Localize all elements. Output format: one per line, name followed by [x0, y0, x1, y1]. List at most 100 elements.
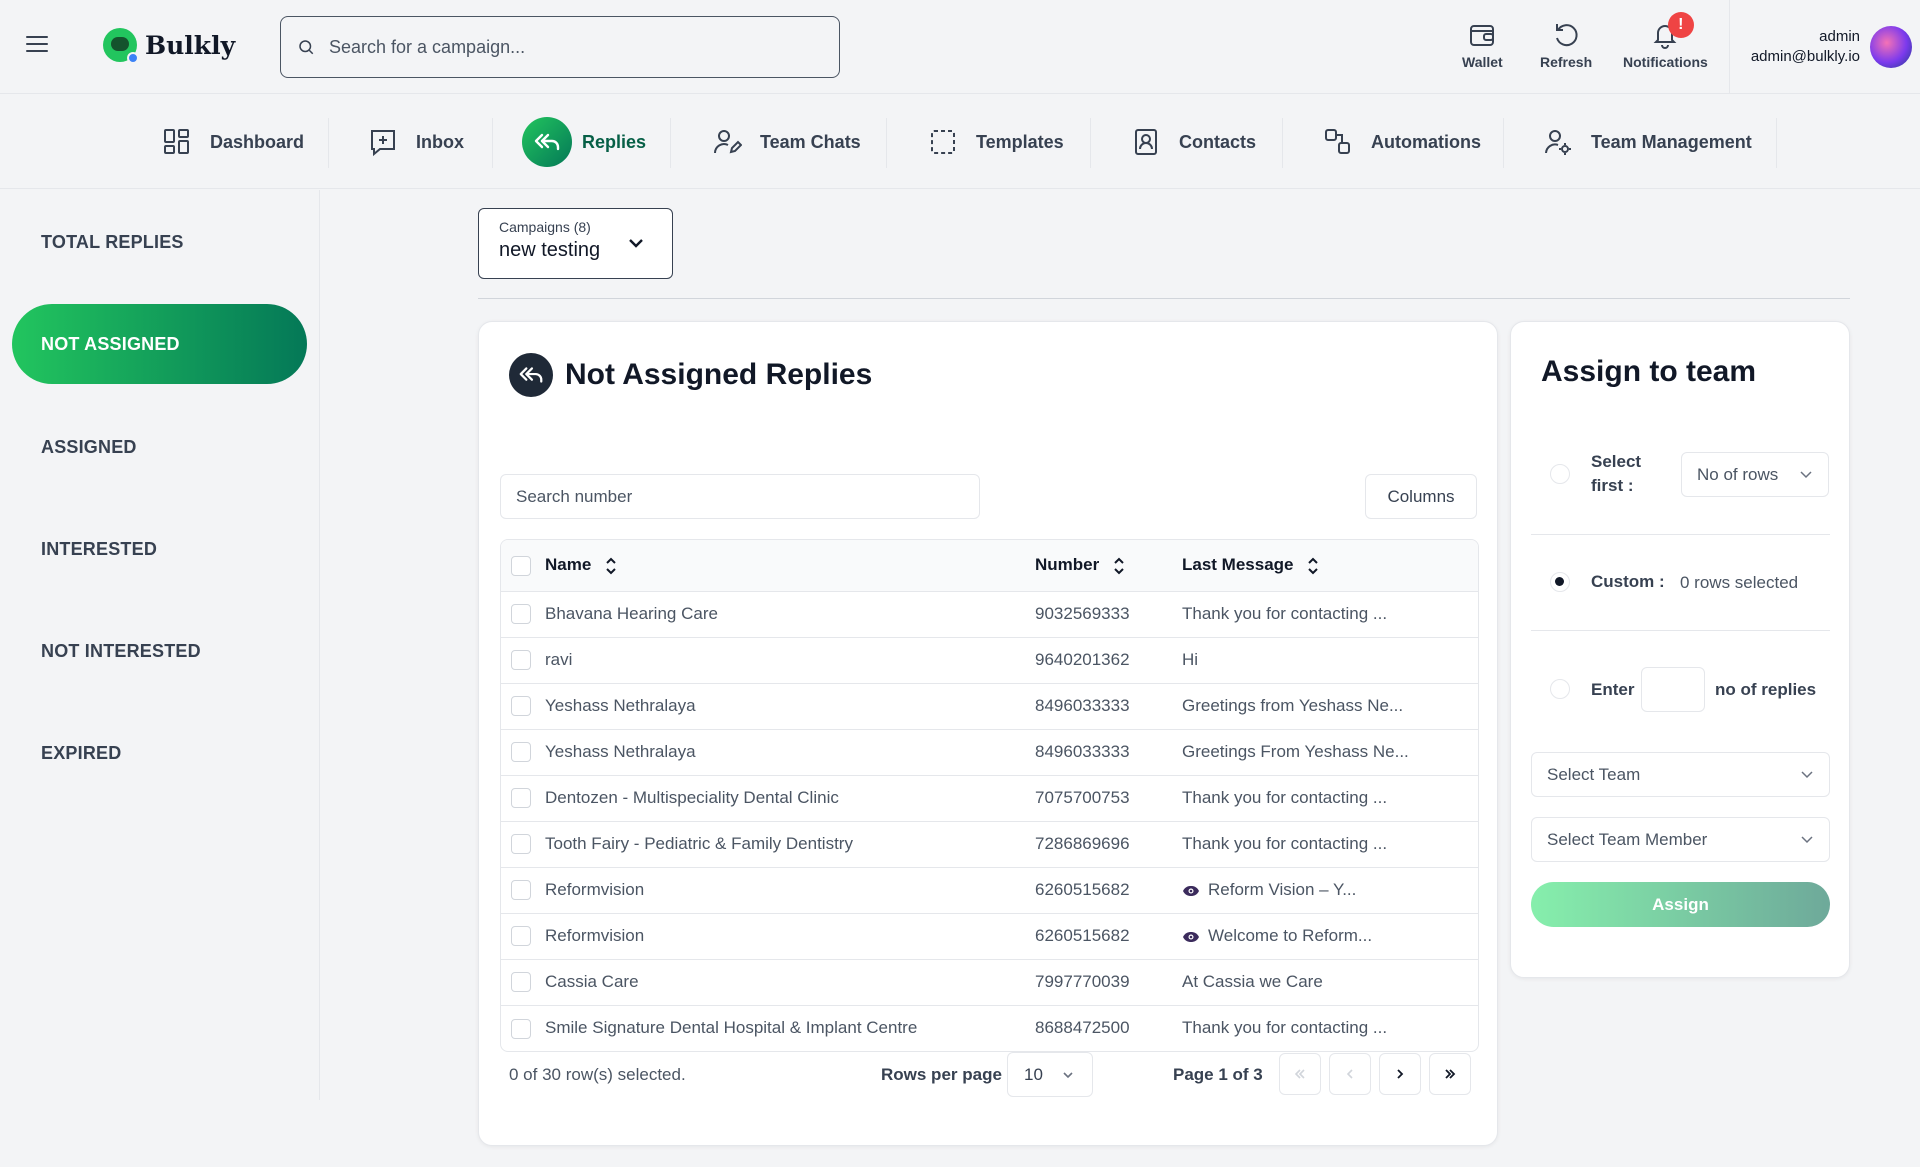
row-name: Tooth Fairy - Pediatric & Family Dentist…: [545, 834, 853, 853]
row-number: 6260515682: [1035, 926, 1130, 945]
campaign-select[interactable]: Campaigns (8) new testing: [478, 208, 673, 279]
row-number: 9032569333: [1035, 604, 1130, 623]
notifications-button[interactable]: ! Notifications: [1623, 12, 1708, 70]
nav-separator: [1503, 118, 1504, 168]
replies-card: Not Assigned Replies Columns Name Number: [478, 321, 1498, 1146]
nav-separator: [1090, 118, 1091, 168]
row-checkbox[interactable]: [511, 926, 531, 947]
table-row[interactable]: Dentozen - Multispeciality Dental Clinic…: [501, 775, 1478, 821]
brand-logo[interactable]: Bulkly: [103, 28, 235, 64]
campaign-search-input[interactable]: [329, 36, 809, 58]
row-number: 9640201362: [1035, 650, 1130, 669]
sidebar-item-not-assigned[interactable]: NOT ASSIGNED: [12, 304, 307, 384]
sidebar-item-label: INTERESTED: [41, 538, 158, 559]
custom-radio[interactable]: [1550, 572, 1570, 592]
divider: [1531, 534, 1830, 535]
sidebar-item-label: ASSIGNED: [41, 436, 137, 457]
nav-team-management[interactable]: Team Management: [1543, 95, 1752, 189]
last-page-button[interactable]: [1429, 1053, 1471, 1095]
row-checkbox[interactable]: [511, 650, 531, 671]
table-row[interactable]: Smile Signature Dental Hospital & Implan…: [501, 1005, 1478, 1051]
nav-inbox[interactable]: Inbox: [368, 95, 464, 189]
nav-replies[interactable]: Replies: [522, 95, 646, 189]
table-row[interactable]: Tooth Fairy - Pediatric & Family Dentist…: [501, 821, 1478, 867]
row-message: Thank you for contacting ...: [1182, 788, 1388, 807]
select-all-checkbox[interactable]: [511, 555, 531, 576]
columns-button[interactable]: Columns: [1365, 474, 1477, 519]
row-name: Dentozen - Multispeciality Dental Clinic: [545, 788, 839, 807]
selection-count: 0 of 30 row(s) selected.: [509, 1065, 686, 1084]
select-first-radio[interactable]: [1550, 464, 1570, 484]
name-column-header[interactable]: Name: [545, 540, 1035, 591]
nav-dashboard-label: Dashboard: [210, 131, 305, 152]
assign-button[interactable]: Assign: [1531, 882, 1830, 927]
sidebar-item-assigned[interactable]: ASSIGNED: [12, 407, 307, 487]
row-checkbox[interactable]: [511, 696, 531, 717]
sort-icon: [1308, 557, 1318, 575]
user-edit-icon: [714, 130, 742, 154]
row-checkbox[interactable]: [511, 972, 531, 993]
next-page-button[interactable]: [1379, 1053, 1421, 1095]
hamburger-icon[interactable]: [26, 36, 48, 54]
table-row[interactable]: Bhavana Hearing Care 9032569333 Thank yo…: [501, 591, 1478, 637]
nav-dashboard[interactable]: Dashboard: [162, 95, 304, 189]
sidebar-item-expired[interactable]: EXPIRED: [12, 713, 307, 793]
row-number: 6260515682: [1035, 880, 1130, 899]
number-column-header[interactable]: Number: [1035, 540, 1182, 591]
avatar[interactable]: [1870, 26, 1912, 68]
user-info[interactable]: admin admin@bulkly.io: [1751, 27, 1860, 67]
nav-automations[interactable]: Automations: [1323, 95, 1481, 189]
row-name: Bhavana Hearing Care: [545, 604, 718, 623]
enter-radio[interactable]: [1550, 679, 1570, 699]
sidebar-item-label: EXPIRED: [41, 742, 122, 763]
row-message: Hi: [1182, 650, 1199, 669]
top-header: Bulkly Wallet Refresh ! Notifications ad…: [0, 0, 1920, 94]
table-row[interactable]: Cassia Care 7997770039 At Cassia we Care: [501, 959, 1478, 1005]
table-row[interactable]: Reformvision 6260515682 Reform Vision – …: [501, 867, 1478, 913]
row-checkbox[interactable]: [511, 788, 531, 809]
row-checkbox[interactable]: [511, 604, 531, 625]
table-row[interactable]: Reformvision 6260515682 Welcome to Refor…: [501, 913, 1478, 959]
wallet-label: Wallet: [1462, 54, 1503, 70]
first-page-button[interactable]: [1279, 1053, 1321, 1095]
number-search-input[interactable]: [500, 474, 980, 519]
nav-contacts[interactable]: Contacts: [1131, 95, 1256, 189]
row-checkbox[interactable]: [511, 880, 531, 901]
rows-selected-text: 0 rows selected: [1680, 573, 1799, 592]
chevron-down-icon: [1801, 835, 1813, 843]
number-header-label: Number: [1035, 555, 1100, 575]
wallet-button[interactable]: Wallet: [1462, 20, 1503, 70]
replies-count-input[interactable]: [1641, 667, 1705, 712]
sidebar-item-label: TOTAL REPLIES: [41, 231, 184, 252]
row-message: At Cassia we Care: [1182, 972, 1323, 991]
prev-page-button[interactable]: [1329, 1053, 1371, 1095]
contacts-icon: [1135, 129, 1157, 155]
page-title: Not Assigned Replies: [509, 353, 872, 397]
last-message-column-header[interactable]: Last Message: [1182, 540, 1478, 591]
no-of-rows-value: No of rows: [1697, 464, 1779, 484]
table-row[interactable]: ravi 9640201362 Hi: [501, 637, 1478, 683]
sort-icon: [1114, 557, 1124, 575]
table-row[interactable]: Yeshass Nethralaya 8496033333 Greetings …: [501, 729, 1478, 775]
row-message: Greetings from Yeshass Ne...: [1182, 696, 1404, 715]
rows-per-page-select[interactable]: 10: [1007, 1052, 1093, 1097]
sidebar-item-total-replies[interactable]: TOTAL REPLIES: [12, 202, 307, 282]
select-team-dropdown[interactable]: Select Team: [1531, 752, 1830, 797]
no-of-rows-select[interactable]: No of rows: [1681, 452, 1829, 497]
select-team-member-value: Select Team Member: [1547, 829, 1708, 849]
table-row[interactable]: Yeshass Nethralaya 8496033333 Greetings …: [501, 683, 1478, 729]
row-checkbox[interactable]: [511, 1018, 531, 1039]
sidebar-item-not-interested[interactable]: NOT INTERESTED: [12, 611, 307, 691]
refresh-button[interactable]: Refresh: [1540, 20, 1592, 70]
nav-templates[interactable]: Templates: [928, 95, 1064, 189]
user-name: admin: [1819, 28, 1860, 45]
row-checkbox[interactable]: [511, 834, 531, 855]
sidebar-item-interested[interactable]: INTERESTED: [12, 509, 307, 589]
row-checkbox[interactable]: [511, 742, 531, 763]
nav-replies-label: Replies: [582, 131, 647, 152]
table-header-row: Name Number Last Message: [501, 540, 1478, 591]
nav-team-chats[interactable]: Team Chats: [712, 95, 861, 189]
replies-table: Name Number Last Message Bhavana Hearing…: [500, 539, 1479, 1052]
row-number: 7286869696: [1035, 834, 1130, 853]
select-team-member-dropdown[interactable]: Select Team Member: [1531, 817, 1830, 862]
